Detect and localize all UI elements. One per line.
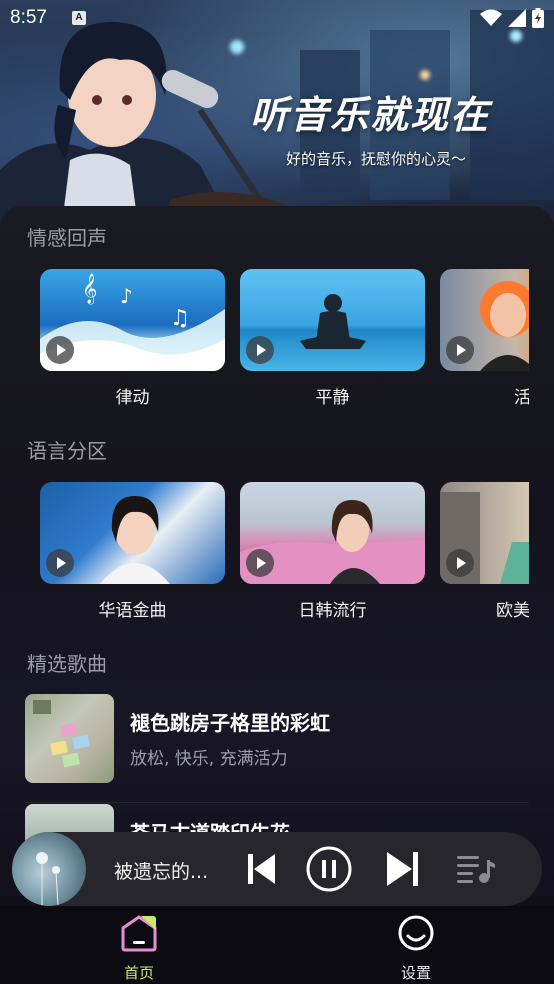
emotion-card-image bbox=[440, 269, 529, 371]
card-label: 活 bbox=[514, 388, 529, 408]
playlist-icon bbox=[457, 856, 495, 883]
previous-button[interactable] bbox=[246, 848, 278, 890]
card-label: 日韩流行 bbox=[298, 601, 367, 621]
previous-icon bbox=[248, 854, 275, 884]
battery-charging-icon bbox=[532, 8, 544, 28]
playlist-button[interactable] bbox=[456, 848, 498, 890]
song-list-item[interactable]: 褪色跳房子格里的彩虹 放松, 快乐, 充满活力 bbox=[25, 694, 529, 784]
settings-icon bbox=[398, 915, 434, 951]
emotion-card-rhythm[interactable]: 𝄞 ♪ ♫ 律动 bbox=[40, 269, 225, 408]
home-icon bbox=[121, 915, 157, 952]
emotion-card-image bbox=[240, 269, 425, 371]
notification-icon: A bbox=[72, 11, 86, 25]
play-icon[interactable] bbox=[446, 549, 474, 577]
emotion-card-row[interactable]: 𝄞 ♪ ♫ 律动 平静 活 bbox=[40, 269, 529, 419]
play-icon[interactable] bbox=[246, 336, 274, 364]
nav-label-home: 首页 bbox=[123, 964, 154, 982]
dandelion-illustration bbox=[36, 852, 60, 906]
divider bbox=[25, 802, 529, 803]
wifi-icon bbox=[480, 9, 502, 26]
banner-title: 听音乐就现在 bbox=[250, 93, 491, 137]
bottom-nav: 首页 设置 bbox=[0, 906, 554, 984]
emotion-card-lively[interactable]: 活 bbox=[440, 269, 529, 408]
emotion-card-calm[interactable]: 平静 bbox=[240, 269, 425, 408]
song-tags: 放松, 快乐, 充满活力 bbox=[130, 749, 288, 769]
card-label: 欧美 bbox=[496, 601, 529, 621]
language-card-image bbox=[40, 482, 225, 584]
card-label: 律动 bbox=[115, 388, 150, 408]
card-label: 华语金曲 bbox=[98, 601, 167, 621]
language-card-chinese[interactable]: 华语金曲 bbox=[40, 482, 225, 621]
nav-item-settings[interactable]: 设置 bbox=[376, 914, 456, 983]
pause-icon bbox=[306, 846, 352, 892]
section-title-language: 语言分区 bbox=[27, 439, 107, 463]
song-cover bbox=[25, 694, 114, 783]
status-time: 8:57 bbox=[10, 7, 47, 28]
play-icon[interactable] bbox=[246, 549, 274, 577]
svg-text:♪: ♪ bbox=[120, 284, 133, 308]
svg-text:𝄞: 𝄞 bbox=[82, 273, 97, 305]
hopscotch-illustration bbox=[33, 700, 91, 768]
mini-player[interactable]: 被遗忘的... bbox=[12, 832, 542, 906]
emotion-card-image: 𝄞 ♪ ♫ bbox=[40, 269, 225, 371]
language-card-jk-pop[interactable]: 日韩流行 bbox=[240, 482, 425, 621]
language-card-western[interactable]: 欧美 bbox=[440, 482, 529, 621]
language-card-image bbox=[440, 482, 529, 584]
status-bar: 8:57 A bbox=[0, 0, 554, 36]
section-title-featured: 精选歌曲 bbox=[27, 652, 107, 676]
banner-art-light bbox=[420, 70, 430, 80]
language-card-row[interactable]: 华语金曲 日韩流行 欧美 bbox=[40, 482, 529, 632]
song-title: 褪色跳房子格里的彩虹 bbox=[130, 711, 330, 735]
play-icon[interactable] bbox=[46, 336, 74, 364]
now-playing-title: 被遗忘的... bbox=[114, 861, 209, 883]
svg-text:♫: ♫ bbox=[170, 306, 190, 331]
play-icon[interactable] bbox=[46, 549, 74, 577]
cellular-signal-icon bbox=[508, 9, 526, 27]
hero-banner[interactable]: 听音乐就现在 好的音乐，抚慰你的心灵～ bbox=[0, 0, 554, 240]
next-button[interactable] bbox=[386, 848, 420, 890]
play-icon[interactable] bbox=[446, 336, 474, 364]
section-title-emotion: 情感回声 bbox=[27, 226, 107, 250]
nav-item-home[interactable]: 首页 bbox=[99, 914, 179, 983]
nav-label-settings: 设置 bbox=[400, 964, 431, 982]
card-label: 平静 bbox=[315, 388, 350, 408]
language-card-image bbox=[240, 482, 425, 584]
album-art-disc[interactable] bbox=[12, 832, 86, 906]
banner-subtitle: 好的音乐，抚慰你的心灵～ bbox=[286, 150, 467, 168]
pause-button[interactable] bbox=[306, 846, 352, 892]
next-icon bbox=[387, 852, 418, 886]
